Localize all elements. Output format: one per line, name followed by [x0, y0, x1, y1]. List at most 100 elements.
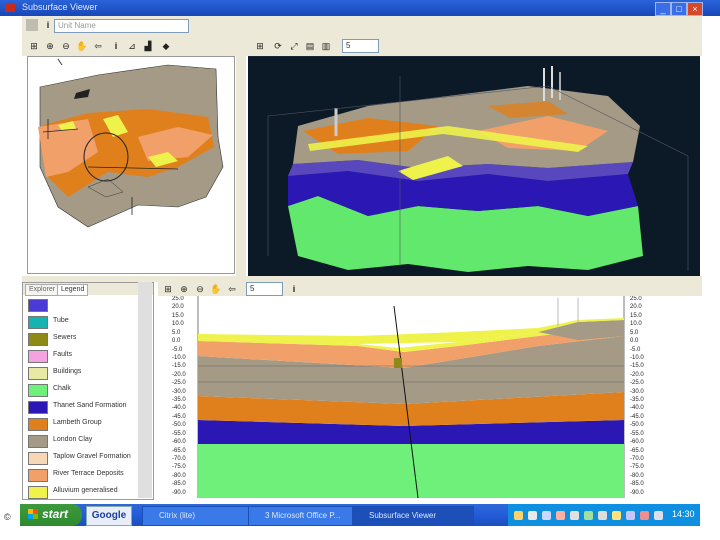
right-axis-tick-label: 20.0	[630, 304, 642, 311]
close-button[interactable]: ×	[687, 2, 703, 16]
back-icon[interactable]: ⇦	[92, 40, 104, 52]
tray-icon[interactable]	[626, 511, 635, 520]
legend-scrollbar[interactable]	[138, 282, 152, 498]
tray-icon[interactable]	[570, 511, 579, 520]
tilt-icon[interactable]: ⤢	[288, 40, 300, 52]
task-office[interactable]: 3 Microsoft Office P...	[248, 506, 362, 526]
legend-swatch	[28, 435, 48, 448]
legend-swatch	[28, 418, 48, 431]
tray-icon[interactable]	[654, 511, 663, 520]
legend-swatch	[28, 401, 48, 414]
start-label: start	[42, 507, 69, 521]
section-scale-combo[interactable]: 5	[246, 282, 283, 296]
tray-icon[interactable]	[598, 511, 607, 520]
export-icon[interactable]: ▥	[320, 40, 332, 52]
legend-item[interactable]: Alluvium generalised	[27, 484, 149, 499]
tab-legend[interactable]: Legend	[57, 284, 89, 296]
start-button[interactable]: start	[20, 504, 82, 526]
right-axis-tick-label: 0.0	[630, 338, 639, 345]
map-2d-graphic	[28, 57, 234, 273]
right-axis-tick-label: -40.0	[630, 405, 644, 412]
zoom-extent-icon[interactable]: ⊞	[28, 40, 40, 52]
legend-swatch	[28, 333, 48, 346]
zoom-in-icon[interactable]: ⊕	[178, 283, 190, 295]
right-axis-tick-label: -25.0	[630, 380, 644, 387]
maximize-button[interactable]: □	[671, 2, 687, 16]
identify-icon[interactable]: i	[288, 283, 300, 295]
legend-item[interactable]: Lambeth Group	[27, 416, 149, 433]
app-icon	[5, 3, 15, 12]
tab-explorer[interactable]: Explorer	[25, 284, 60, 296]
left-axis-tick-label: -75.0	[172, 464, 186, 471]
legend-swatch	[28, 316, 48, 329]
rotate-icon[interactable]: ⟳	[272, 40, 284, 52]
layers-icon[interactable]: ◆	[160, 40, 172, 52]
right-axis-tick-label: 5.0	[630, 329, 639, 336]
window-title: Subsurface Viewer	[22, 2, 98, 12]
legend-item[interactable]: Faults	[27, 348, 149, 365]
legend-item[interactable]: Tube	[27, 314, 149, 331]
book-icon[interactable]: ▤	[304, 40, 316, 52]
zoom-out-icon[interactable]: ⊖	[60, 40, 72, 52]
legend-item[interactable]: Chalk	[27, 382, 149, 399]
cross-section-view[interactable]: 25.0 20.0 15.0 10.0 5.0 0.0 -5.0 -10.0 -15.0 -20.…	[158, 296, 676, 498]
left-axis-tick-label: -70.0	[172, 455, 186, 462]
left-axis-tick-label: -5.0	[172, 346, 183, 353]
right-axis-tick-label: -65.0	[630, 447, 644, 454]
grid-icon[interactable]	[26, 19, 38, 31]
back-icon[interactable]: ⇦	[226, 283, 238, 295]
legend-swatch	[28, 469, 48, 482]
zoom-in-icon[interactable]: ⊕	[44, 40, 56, 52]
legend-item[interactable]: Buildings	[27, 365, 149, 382]
tray-icon[interactable]	[640, 511, 649, 520]
legend-item[interactable]: Taplow Gravel Formation	[27, 450, 149, 467]
left-axis-tick-label: -10.0	[172, 354, 186, 361]
left-axis-tick-label: -90.0	[172, 489, 186, 496]
vertical-splitter[interactable]	[236, 56, 246, 276]
measure-icon[interactable]: ⊿	[126, 40, 138, 52]
tray-icon[interactable]	[556, 511, 565, 520]
chart-icon[interactable]: ▟	[142, 40, 154, 52]
tray-icon[interactable]	[514, 511, 523, 520]
info-icon[interactable]: i	[42, 19, 54, 31]
left-axis-tick-label: -20.0	[172, 371, 186, 378]
legend-item-label: London Clay	[53, 436, 93, 443]
legend-item[interactable]	[27, 297, 149, 314]
legend-item[interactable]: River Terrace Deposits	[27, 467, 149, 484]
left-axis-tick-label: -85.0	[172, 481, 186, 488]
right-axis-tick-label: -10.0	[630, 354, 644, 361]
right-axis-tick-label: -15.0	[630, 363, 644, 370]
legend-panel: Explorer Legend Tube Sewers Faults Building…	[22, 282, 154, 500]
clock: 14:30	[672, 509, 695, 519]
map-view-2d[interactable]	[27, 56, 235, 274]
tray-icon[interactable]	[542, 511, 551, 520]
identify-icon[interactable]: i	[110, 40, 122, 52]
task-subsurface-viewer[interactable]: Subsurface Viewer	[352, 506, 474, 526]
legend-swatch	[28, 384, 48, 397]
legend-item[interactable]: Sewers	[27, 331, 149, 348]
left-axis-tick-label: -40.0	[172, 405, 186, 412]
right-axis-tick-label: -55.0	[630, 430, 644, 437]
grid3d-icon[interactable]: ⊞	[254, 40, 266, 52]
task-citrix[interactable]: Citrix (lite)	[142, 506, 258, 526]
zoom-extent-icon[interactable]: ⊞	[162, 283, 174, 295]
view-3d[interactable]	[248, 56, 700, 276]
exaggeration-combo[interactable]: 5	[342, 39, 379, 53]
minimize-button[interactable]: _	[655, 2, 671, 16]
legend-item-label: Tube	[53, 317, 69, 324]
unit-name-combo[interactable]: Unit Name	[54, 19, 189, 33]
google-search-box[interactable]: Google	[86, 506, 132, 526]
right-axis-tick-label: -5.0	[630, 346, 641, 353]
legend-item[interactable]: London Clay	[27, 433, 149, 450]
left-axis-tick-label: -80.0	[172, 472, 186, 479]
legend-item-label: Taplow Gravel Formation	[53, 453, 131, 460]
tray-icon[interactable]	[584, 511, 593, 520]
left-axis-tick-label: 25.0	[172, 296, 184, 302]
right-axis-tick-label: -35.0	[630, 397, 644, 403]
tray-icon[interactable]	[612, 511, 621, 520]
legend-item[interactable]: Thanet Sand Formation	[27, 399, 149, 416]
zoom-out-icon[interactable]: ⊖	[194, 283, 206, 295]
pan-icon[interactable]: ✋	[210, 283, 222, 295]
pan-icon[interactable]: ✋	[76, 40, 88, 52]
tray-icon[interactable]	[528, 511, 537, 520]
